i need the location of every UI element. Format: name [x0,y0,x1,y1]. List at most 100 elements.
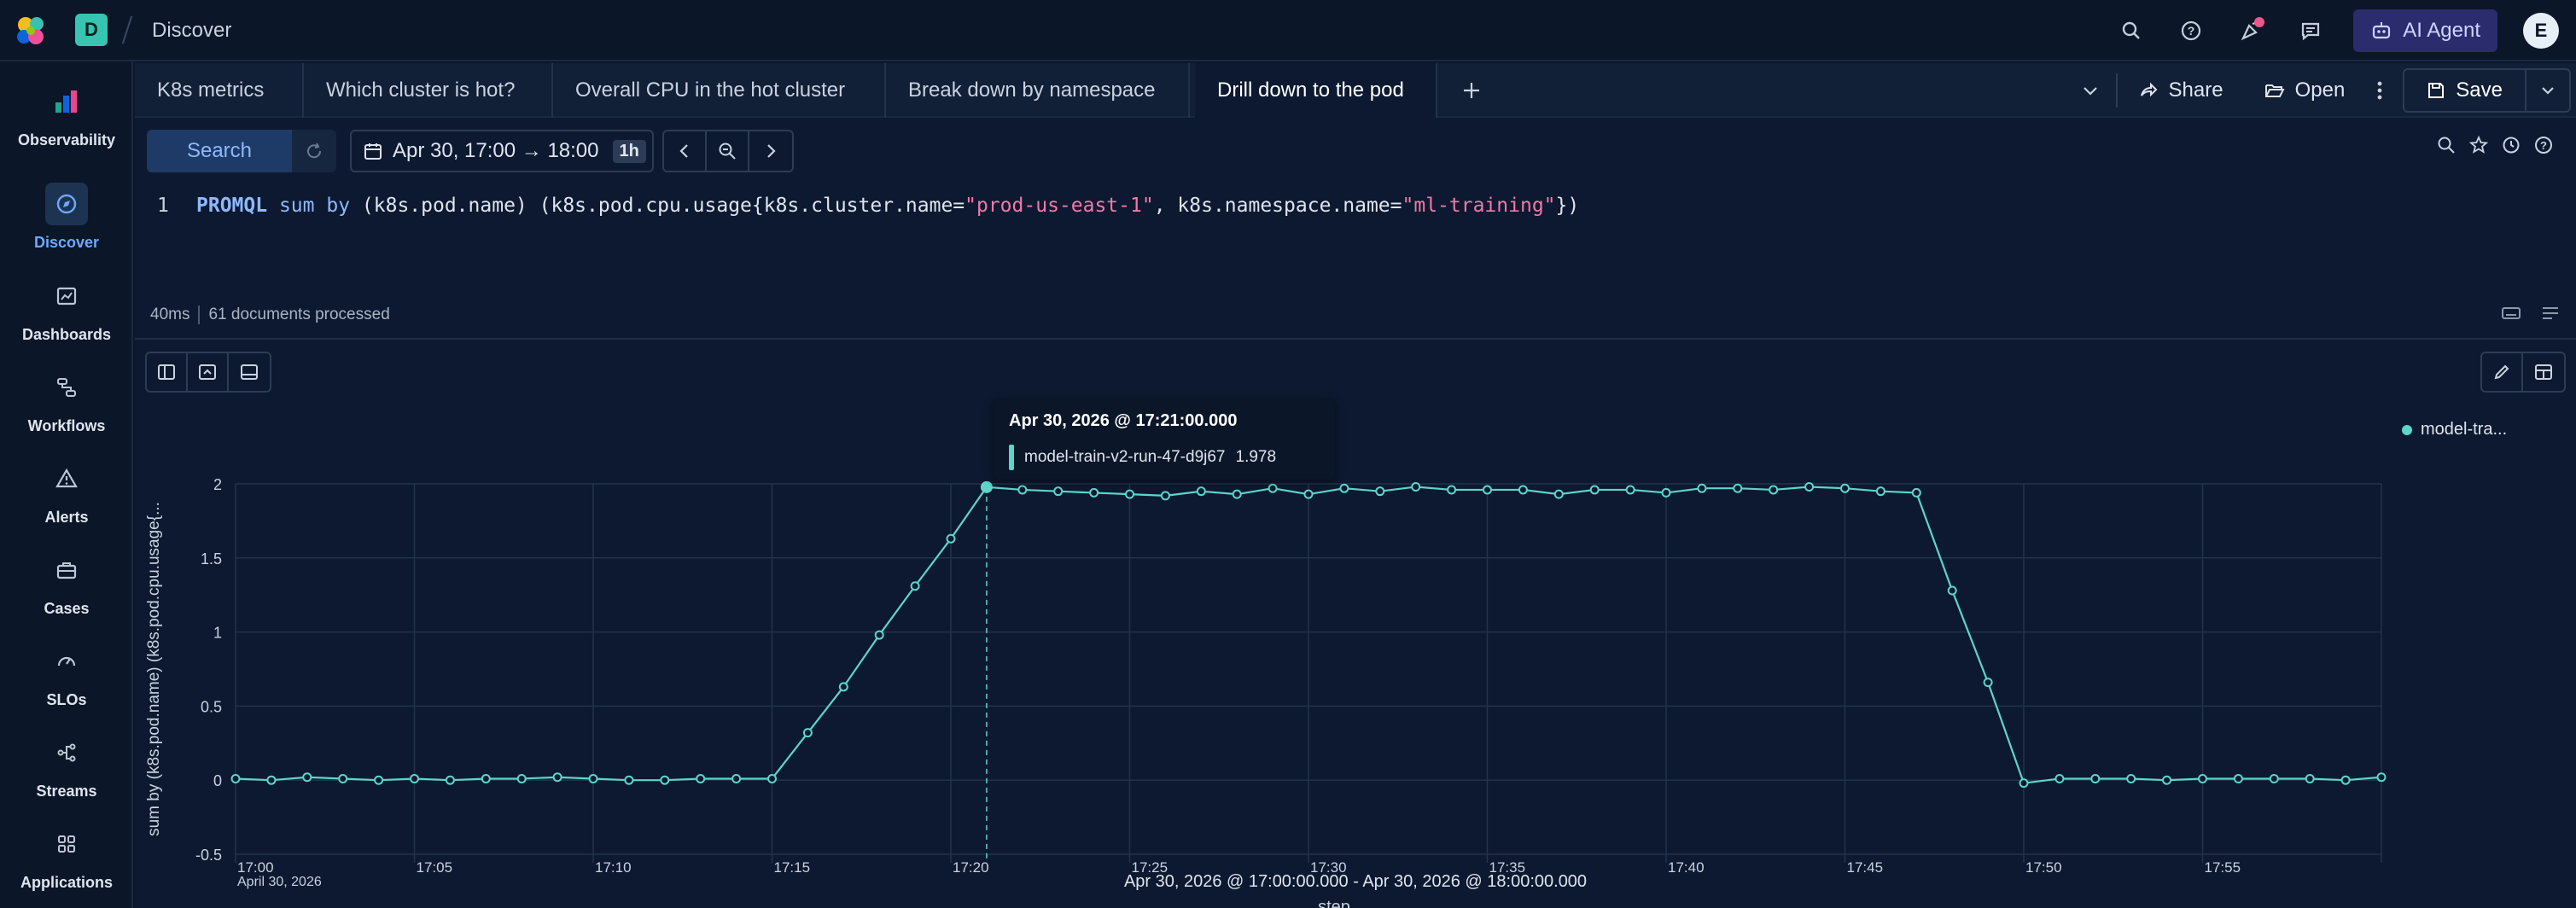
sidebar-item-cases[interactable]: Cases [0,549,133,634]
tab-label: Which cluster is hot? [326,79,516,102]
breadcrumb-separator [121,15,133,44]
time-range-label: Apr 30, 17:00 → 18:00 [393,139,599,162]
refresh-button[interactable] [292,130,336,172]
data-point [2162,775,2172,785]
ai-agent-button[interactable]: AI Agent [2353,9,2497,52]
panel-top-icon [199,364,216,380]
query-editor[interactable]: 1 PROMQL sum by (k8s.pod.name) (k8s.pod.… [135,183,2576,302]
data-point [1840,483,1850,493]
sidebar-item-discover[interactable]: Discover [0,183,133,268]
folder-open-icon [2264,84,2285,97]
documents-processed: 61 documents processed [208,306,390,323]
data-point [2233,773,2243,783]
alerts-icon [45,457,88,500]
chart-options-button[interactable] [2523,353,2564,391]
data-point [910,581,920,591]
data-point [1697,483,1707,493]
user-avatar[interactable]: E [2523,13,2559,49]
search-button[interactable]: Search [147,130,292,172]
tab-overall-cpu[interactable]: Overall CPU in the hot cluster [553,63,886,118]
data-point [1625,485,1635,495]
share-button[interactable]: Share [2118,63,2244,118]
query-code[interactable]: PROMQL sum by (k8s.pod.name) (k8s.pod.cp… [196,195,1579,217]
data-point [1733,483,1743,493]
cpu-usage-chart[interactable]: -0.500.511.5217:00 17:05 17:10 17:15 17:20 17… [135,405,2576,908]
toggle-sidebar-button[interactable] [147,353,188,391]
expand-chart-button[interactable] [229,353,270,391]
chat-icon[interactable] [2293,14,2328,48]
data-point [2126,773,2136,783]
query-status: 40ms 61 documents processed [150,306,390,324]
data-point [1769,485,1779,495]
data-point [1911,487,1921,498]
history-icon[interactable] [2501,135,2521,155]
notification-dot [2254,17,2265,27]
layout-icon [2535,364,2552,380]
save-options-button[interactable] [2526,70,2569,111]
data-point [1804,481,1815,492]
search-icon[interactable] [2436,135,2457,155]
tooltip-value: 1.978 [1235,448,1277,466]
chart-legend[interactable]: model-tra... [2402,420,2507,439]
time-range-footer: Apr 30, 2026 @ 17:00:00.000 - Apr 30, 20… [1123,872,1588,891]
search-icon[interactable] [2114,14,2148,48]
data-point [1268,483,1278,493]
y-tick-label: 0 [213,772,222,789]
date-picker[interactable]: Apr 30, 17:00 → 18:00 1h [350,130,654,172]
applications-icon [45,823,88,865]
next-range-button[interactable] [749,131,792,171]
data-point [1518,485,1528,495]
sidebar-item-dashboards[interactable]: Dashboards [0,275,133,360]
legend-label: model-tra... [2421,420,2508,439]
save-button-group: Save [2403,68,2571,113]
svg-text:?: ? [2540,139,2547,152]
save-button[interactable]: Save [2404,70,2526,111]
sidebar-item-streams[interactable]: Streams [0,731,133,817]
open-label: Open [2294,79,2346,102]
chart-actions [2480,352,2566,393]
zoom-out-icon [719,143,736,160]
sidebar-item-workflows[interactable]: Workflows [0,366,133,451]
query-group: (k8s.pod.name) [361,195,527,217]
news-feed-icon[interactable] [2234,14,2268,48]
space-avatar[interactable]: D [75,14,108,46]
discover-icon [45,183,88,225]
previous-range-button[interactable] [664,131,707,171]
zoom-out-button[interactable] [707,131,749,171]
sidebar-item-applications[interactable]: Applications [0,823,133,908]
sidebar-toggle-icon [158,364,175,380]
help-icon[interactable]: ? [2174,14,2208,48]
tab-label: Break down by namespace [908,79,1156,102]
more-options-button[interactable] [2365,63,2394,118]
elastic-logo-icon[interactable] [14,14,48,48]
sidebar-item-slos[interactable]: SLOs [0,640,133,725]
share-icon [2140,82,2157,97]
tab-actions: Share Open Save [2065,63,2576,118]
tab-label: Drill down to the pod [1217,79,1404,102]
tab-bar: K8s metrics Which cluster is hot? Overal… [135,63,2576,118]
slos-icon [45,640,88,683]
tab-which-cluster[interactable]: Which cluster is hot? [304,63,553,118]
collapse-chart-button[interactable] [188,353,229,391]
help-icon[interactable]: ? [2533,135,2554,155]
add-tab-button[interactable] [1453,72,1490,109]
edit-visualization-button[interactable] [2482,353,2523,391]
star-icon[interactable] [2468,135,2489,155]
sidebar-item-label: SLOs [46,691,87,708]
list-options-icon[interactable] [2540,304,2561,323]
tooltip-title: Apr 30, 2026 @ 17:21:00.000 [1009,411,1238,430]
sidebar-item-alerts[interactable]: Alerts [0,457,133,543]
breadcrumb[interactable]: Discover [152,19,231,43]
open-button[interactable]: Open [2244,63,2366,118]
tab-k8s-metrics[interactable]: K8s metrics [135,63,304,118]
data-point [946,533,956,544]
keyboard-icon[interactable] [2501,304,2521,323]
header-actions: ? AI Agent E [2114,9,2559,53]
sidebar-item-observability[interactable]: Observability [0,80,133,166]
tabs-menu-button[interactable] [2065,63,2116,118]
data-point [2305,773,2315,783]
tab-break-down-namespace[interactable]: Break down by namespace [886,63,1190,118]
tab-drill-down-pod[interactable]: Drill down to the pod [1195,63,1437,118]
chart-tooltip: Apr 30, 2026 @ 17:21:00.000 model-train-… [994,399,1335,480]
x-axis-label: step [1318,898,1350,908]
